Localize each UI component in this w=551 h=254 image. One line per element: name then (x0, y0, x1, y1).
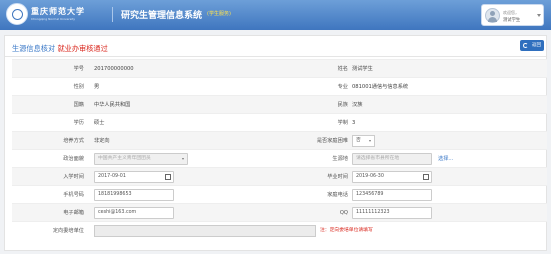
qq-label: QQ (339, 210, 348, 216)
form-row: 定向委培单位 注：定向委培单位请填写 (12, 221, 547, 239)
sponsor-unit-label: 定向委培单位 (52, 228, 84, 234)
financial-hardship-label: 是否家庭困难 (316, 138, 348, 144)
student-id-label: 学号 (73, 66, 84, 72)
financial-hardship-select[interactable]: 否 (352, 135, 375, 147)
system-title: 研究生管理信息系统 (121, 11, 203, 21)
back-icon (523, 43, 528, 48)
app-header: 重庆师范大学 Chongqing Normal University 研究生管理… (0, 0, 551, 30)
origin-place-placeholder: 请选择省市县所在地 (356, 156, 400, 161)
political-status-value: 中国共产主义青年团团员 (98, 156, 151, 161)
training-mode-value: 非定向 (94, 138, 110, 144)
avatar (485, 8, 500, 23)
graduation-date-input[interactable]: 2019-06-30 (352, 171, 432, 183)
student-info-panel: 生源信息核对 就业办审核通过 返回 学号 201700000000 姓名 测试学… (4, 35, 547, 251)
major-value: 081001通信与信息系统 (352, 84, 409, 90)
home-phone-input[interactable]: 123456789 (352, 189, 432, 201)
chevron-down-icon (537, 14, 541, 17)
sponsor-unit-input[interactable] (94, 225, 316, 237)
student-id-value: 201700000000 (94, 66, 134, 72)
sponsor-unit-note: 注：定向委培单位请填写 (320, 228, 373, 233)
origin-place-input[interactable]: 请选择省市县所在地 (352, 153, 432, 165)
name-label: 姓名 (337, 66, 348, 72)
form-row: 性别 男 专业 081001通信与信息系统 (12, 77, 547, 95)
home-phone-label: 家庭电话 (327, 192, 348, 198)
program-length-label: 学制 (337, 120, 348, 126)
mobile-input[interactable]: 18181998653 (94, 189, 174, 201)
graduation-date-value: 2019-06-30 (356, 174, 384, 179)
header-divider (112, 7, 113, 22)
qq-input[interactable]: 11111112323 (352, 207, 432, 219)
system-tag: (学生服务) (207, 11, 231, 17)
breadcrumb: 生源信息核对 就业办审核通过 (12, 44, 108, 54)
form-row: 培养方式 非定向 是否家庭困难 否 (12, 131, 547, 149)
email-input[interactable]: ceshi@163.com (94, 207, 174, 219)
form-row: 手机号码 18181998653 家庭电话 123456789 (12, 185, 547, 203)
form-row: 政治面貌 中国共产主义青年团团员 生源地 请选择省市县所在地 选择... (12, 149, 547, 167)
university-emblem-icon (6, 3, 28, 25)
graduation-date-label: 毕业时间 (327, 174, 348, 180)
enrollment-date-value: 2017-09-01 (98, 174, 126, 179)
degree-value: 硕士 (94, 120, 105, 126)
calendar-icon[interactable] (165, 174, 171, 180)
gender-label: 性别 (73, 84, 84, 90)
form-row: 电子邮箱 ceshi@163.com QQ 11111112323 (12, 203, 547, 221)
program-length-value: 3 (352, 120, 356, 126)
name-value: 测试学生 (352, 66, 373, 72)
email-label: 电子邮箱 (63, 210, 84, 216)
chevron-down-icon (182, 158, 184, 160)
major-label: 专业 (337, 84, 348, 90)
choose-origin-link[interactable]: 选择... (438, 150, 453, 168)
user-welcome: 欢迎您， (503, 10, 519, 15)
title-divider (5, 56, 546, 57)
gender-value: 男 (94, 84, 100, 90)
form-row: 学历 硕士 学制 3 (12, 113, 547, 131)
origin-place-label: 生源地 (332, 156, 348, 162)
form-row: 入学时间 2017-09-01 毕业时间 2019-06-30 (12, 167, 547, 185)
mobile-label: 手机号码 (63, 192, 84, 198)
political-status-label: 政治面貌 (63, 156, 84, 162)
user-name: 测试学生 (503, 18, 521, 23)
training-mode-label: 培养方式 (63, 138, 84, 144)
nationality-value: 中华人民共和国 (94, 102, 131, 108)
enrollment-date-input[interactable]: 2017-09-01 (94, 171, 174, 183)
breadcrumb-current: 就业办审核通过 (57, 44, 108, 53)
user-menu[interactable]: 欢迎您， 测试学生 (481, 4, 544, 26)
enrollment-date-label: 入学时间 (63, 174, 84, 180)
form-row: 学号 201700000000 姓名 测试学生 (12, 59, 547, 77)
back-button[interactable]: 返回 (520, 40, 544, 51)
degree-label: 学历 (73, 120, 84, 126)
back-button-label: 返回 (532, 43, 541, 48)
ethnicity-label: 民族 (337, 102, 348, 108)
chevron-down-icon (369, 140, 371, 142)
political-status-select[interactable]: 中国共产主义青年团团员 (94, 153, 188, 165)
breadcrumb-link[interactable]: 生源信息核对 (12, 44, 55, 53)
university-logo-subtext: Chongqing Normal University (31, 17, 76, 21)
university-logo-text: 重庆师范大学 (31, 6, 85, 16)
nationality-label: 国籍 (73, 102, 84, 108)
calendar-icon[interactable] (423, 174, 429, 180)
financial-hardship-value: 否 (356, 138, 361, 143)
ethnicity-value: 汉族 (352, 102, 363, 108)
form-row: 国籍 中华人民共和国 民族 汉族 (12, 95, 547, 113)
